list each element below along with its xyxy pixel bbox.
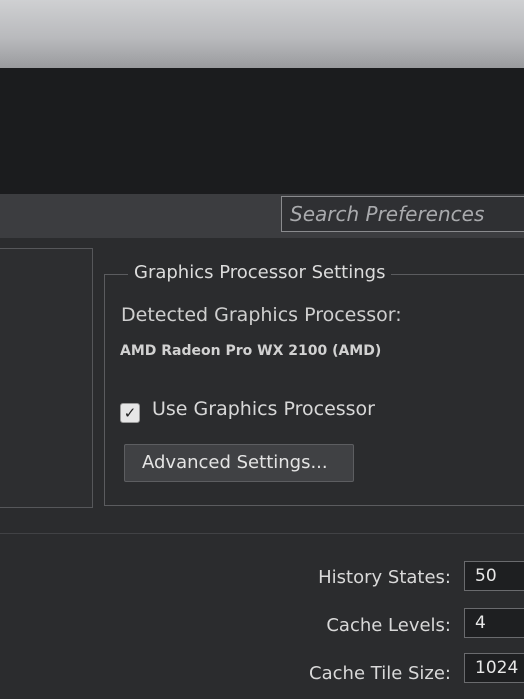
cache-tile-size-input[interactable]: 1024 xyxy=(464,653,524,683)
cache-tile-size-label: Cache Tile Size: xyxy=(309,663,451,684)
gpu-settings-title: Graphics Processor Settings xyxy=(128,262,392,283)
checkmark-icon: ✓ xyxy=(123,404,137,422)
detected-gpu-label: Detected Graphics Processor: xyxy=(121,304,402,326)
search-preferences-input[interactable]: Search Preferences xyxy=(281,196,524,232)
left-settings-panel xyxy=(0,248,93,508)
cache-levels-label: Cache Levels: xyxy=(326,615,451,636)
section-divider xyxy=(0,533,524,534)
monitor-bezel xyxy=(0,0,524,68)
advanced-settings-button[interactable]: Advanced Settings... xyxy=(124,444,354,482)
history-states-input[interactable]: 50 xyxy=(464,561,524,591)
use-gpu-label[interactable]: Use Graphics Processor xyxy=(152,398,375,420)
history-states-label: History States: xyxy=(318,567,451,588)
cache-levels-input[interactable]: 4 xyxy=(464,608,524,638)
use-gpu-checkbox[interactable]: ✓ xyxy=(120,403,140,423)
dark-top-panel xyxy=(0,68,524,194)
detected-gpu-name: AMD Radeon Pro WX 2100 (AMD) xyxy=(120,343,382,359)
